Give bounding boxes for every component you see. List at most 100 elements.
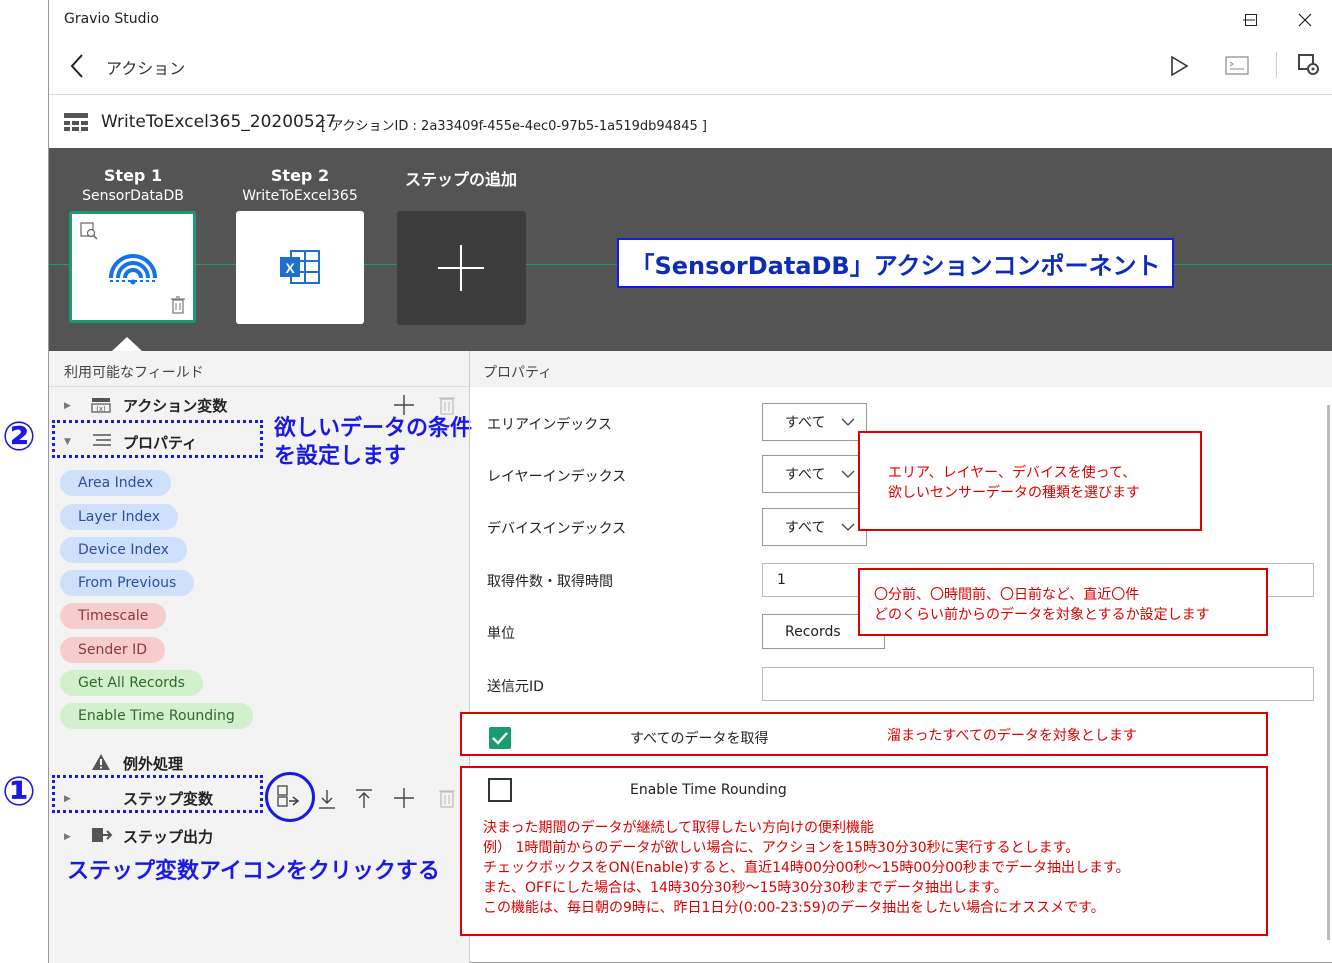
count-callout-line2: どのくらい前からのデータを対象とするか設定します [874, 607, 1210, 623]
note-click-step-variables: ステップ変数アイコンをクリックする [67, 859, 440, 884]
svg-text:X: X [285, 260, 295, 276]
count-callout-line1: 〇分前、〇時間前、〇日前など、直近〇件 [874, 587, 1140, 603]
properties-header-bar [470, 351, 1332, 387]
step1-sub: SensorDataDB [82, 188, 184, 204]
action-settings-icon [1298, 54, 1319, 75]
area-index-select[interactable]: すべて [762, 403, 867, 441]
chip-layer-index[interactable]: Layer Index [60, 504, 179, 530]
toolbar-divider [1276, 52, 1277, 78]
add-icon[interactable] [393, 394, 415, 416]
all-records-label: すべてのデータを取得 [630, 731, 769, 747]
layer-index-value: すべて [785, 467, 826, 483]
exception-handling-label[interactable]: 例外処理 [123, 753, 183, 774]
close-button[interactable] [1285, 6, 1325, 34]
step-properties-icon [80, 222, 98, 240]
fields-callout: エリア、レイヤー、デバイスを使って、 欲しいセンサーデータの種類を選びます [858, 431, 1202, 531]
count-callout: 〇分前、〇時間前、〇日前など、直近〇件 どのくらい前からのデータを対象とするか設… [858, 568, 1268, 636]
step-output-label[interactable]: ステップ出力 [123, 826, 213, 847]
chip-area-index[interactable]: Area Index [60, 470, 172, 496]
add-step-button[interactable] [397, 211, 526, 325]
time-rounding-note-line1: 決まった期間のデータが継続して取得したい方向けの便利機能 [483, 820, 875, 836]
warning-icon [92, 754, 110, 770]
time-rounding-note-line4: また、OFFにした場合は、14時30分30秒～15時30分30秒までデータ抽出し… [483, 880, 1008, 896]
action-name: WriteToExcel365_20200527 [101, 112, 337, 132]
chip-timescale[interactable]: Timescale [60, 603, 167, 629]
time-rounding-checkbox[interactable] [488, 778, 512, 802]
add-icon[interactable] [393, 787, 415, 809]
chip-sender-id[interactable]: Sender ID [60, 637, 165, 663]
step2-card[interactable]: X [236, 211, 364, 324]
window-title: Gravio Studio [64, 11, 159, 27]
delete-icon[interactable] [171, 296, 185, 314]
time-rounding-callout: Enable Time Rounding 決まった期間のデータが継続して取得した… [460, 766, 1268, 936]
step2-sub: WriteToExcel365 [242, 188, 358, 204]
properties-list-icon [93, 434, 111, 446]
collapse-properties[interactable]: ▼ [64, 437, 71, 447]
all-records-checkbox[interactable] [489, 727, 511, 749]
chip-enable-time-rounding[interactable]: Enable Time Rounding [60, 703, 253, 729]
device-index-value: すべて [785, 520, 826, 536]
expand-action-vars[interactable]: ▶ [64, 401, 71, 411]
action-variables-label[interactable]: アクション変数 [123, 395, 227, 416]
play-icon [1171, 55, 1189, 77]
device-index-label: デバイスインデックス [487, 521, 627, 537]
page-title: アクション [106, 59, 186, 78]
note-conditions-line1: 欲しいデータの条件 [274, 416, 473, 441]
time-rounding-note: 決まった期間のデータが継続して取得したい方向けの便利機能 例） 1時間前からのデ… [483, 818, 1130, 918]
checkmark-icon [492, 732, 508, 745]
component-callout: 「SensorDataDB」アクションコンポーネント [617, 238, 1174, 288]
layer-index-select[interactable]: すべて [762, 455, 867, 493]
left-header-divider [49, 386, 469, 387]
console-icon [1225, 56, 1249, 75]
excel-icon: X [280, 250, 320, 284]
sender-id-label: 送信元ID [487, 679, 544, 695]
sensor-db-icon [109, 254, 157, 285]
layer-index-label: レイヤーインデックス [487, 469, 627, 485]
close-icon [1298, 13, 1312, 27]
chip-device-index[interactable]: Device Index [60, 537, 187, 563]
back-arrow-icon [70, 54, 83, 78]
expand-step-output[interactable]: ▶ [64, 832, 71, 842]
note-conditions: 欲しいデータの条件 を設定します [274, 415, 472, 471]
action-type-icon [63, 112, 89, 136]
time-rounding-note-line5: この機能は、毎日朝の9時に、昨日1日分(0:00-23:59)のデータ抽出をした… [483, 900, 1105, 916]
expand-step-vars[interactable]: ▶ [64, 794, 71, 804]
device-index-select[interactable]: すべて [762, 508, 867, 546]
import-icon[interactable] [317, 788, 337, 810]
delete-icon[interactable] [439, 788, 455, 808]
console-button[interactable] [1225, 55, 1249, 81]
time-rounding-note-line2: 例） 1時間前からのデータが欲しい場合に、アクションを15時30分30秒に実行す… [483, 840, 1080, 856]
fields-callout-line1: エリア、レイヤー、デバイスを使って、 [888, 465, 1137, 481]
count-label: 取得件数・取得時間 [487, 574, 613, 590]
time-rounding-label: Enable Time Rounding [630, 782, 787, 798]
all-records-callout: すべてのデータを取得 溜まったすべてのデータを対象とします [460, 712, 1268, 756]
scrollbar[interactable] [1327, 405, 1330, 940]
sender-id-input[interactable] [762, 667, 1314, 701]
app-window: Gravio Studio アクション WriteToExcel365_2020… [2, 0, 1332, 963]
maximize-button[interactable] [1231, 6, 1271, 34]
step1-label: Step 1 [103, 166, 163, 185]
action-variables-icon: (x) [91, 398, 111, 413]
step-variables-icon [277, 785, 300, 807]
step-variables-button[interactable] [265, 772, 315, 822]
step-variables-label[interactable]: ステップ変数 [123, 788, 213, 809]
add-step-label: ステップの追加 [404, 170, 517, 189]
action-settings-button[interactable] [1297, 53, 1321, 81]
back-button[interactable] [67, 52, 91, 80]
chip-get-all-records[interactable]: Get All Records [60, 670, 203, 696]
maximize-icon [1245, 14, 1257, 26]
chevron-down-icon [841, 523, 855, 531]
step-bar: Step 1 SensorDataDB Step 2 WriteToExcel3… [49, 148, 1332, 351]
run-button[interactable] [1167, 54, 1191, 82]
export-icon[interactable] [354, 788, 374, 810]
delete-icon[interactable] [439, 395, 455, 415]
chip-from-previous[interactable]: From Previous [60, 570, 195, 596]
step-selected-pointer [112, 337, 142, 351]
step1-card[interactable] [69, 211, 196, 323]
unit-label: 単位 [487, 626, 515, 642]
plus-icon [438, 245, 484, 291]
properties-label[interactable]: プロパティ [123, 432, 197, 453]
area-index-value: すべて [785, 415, 826, 431]
properties-header: プロパティ [483, 365, 553, 381]
time-rounding-note-line3: チェックボックスをON(Enable)すると、直近14時00分00秒～15時00… [483, 860, 1130, 876]
